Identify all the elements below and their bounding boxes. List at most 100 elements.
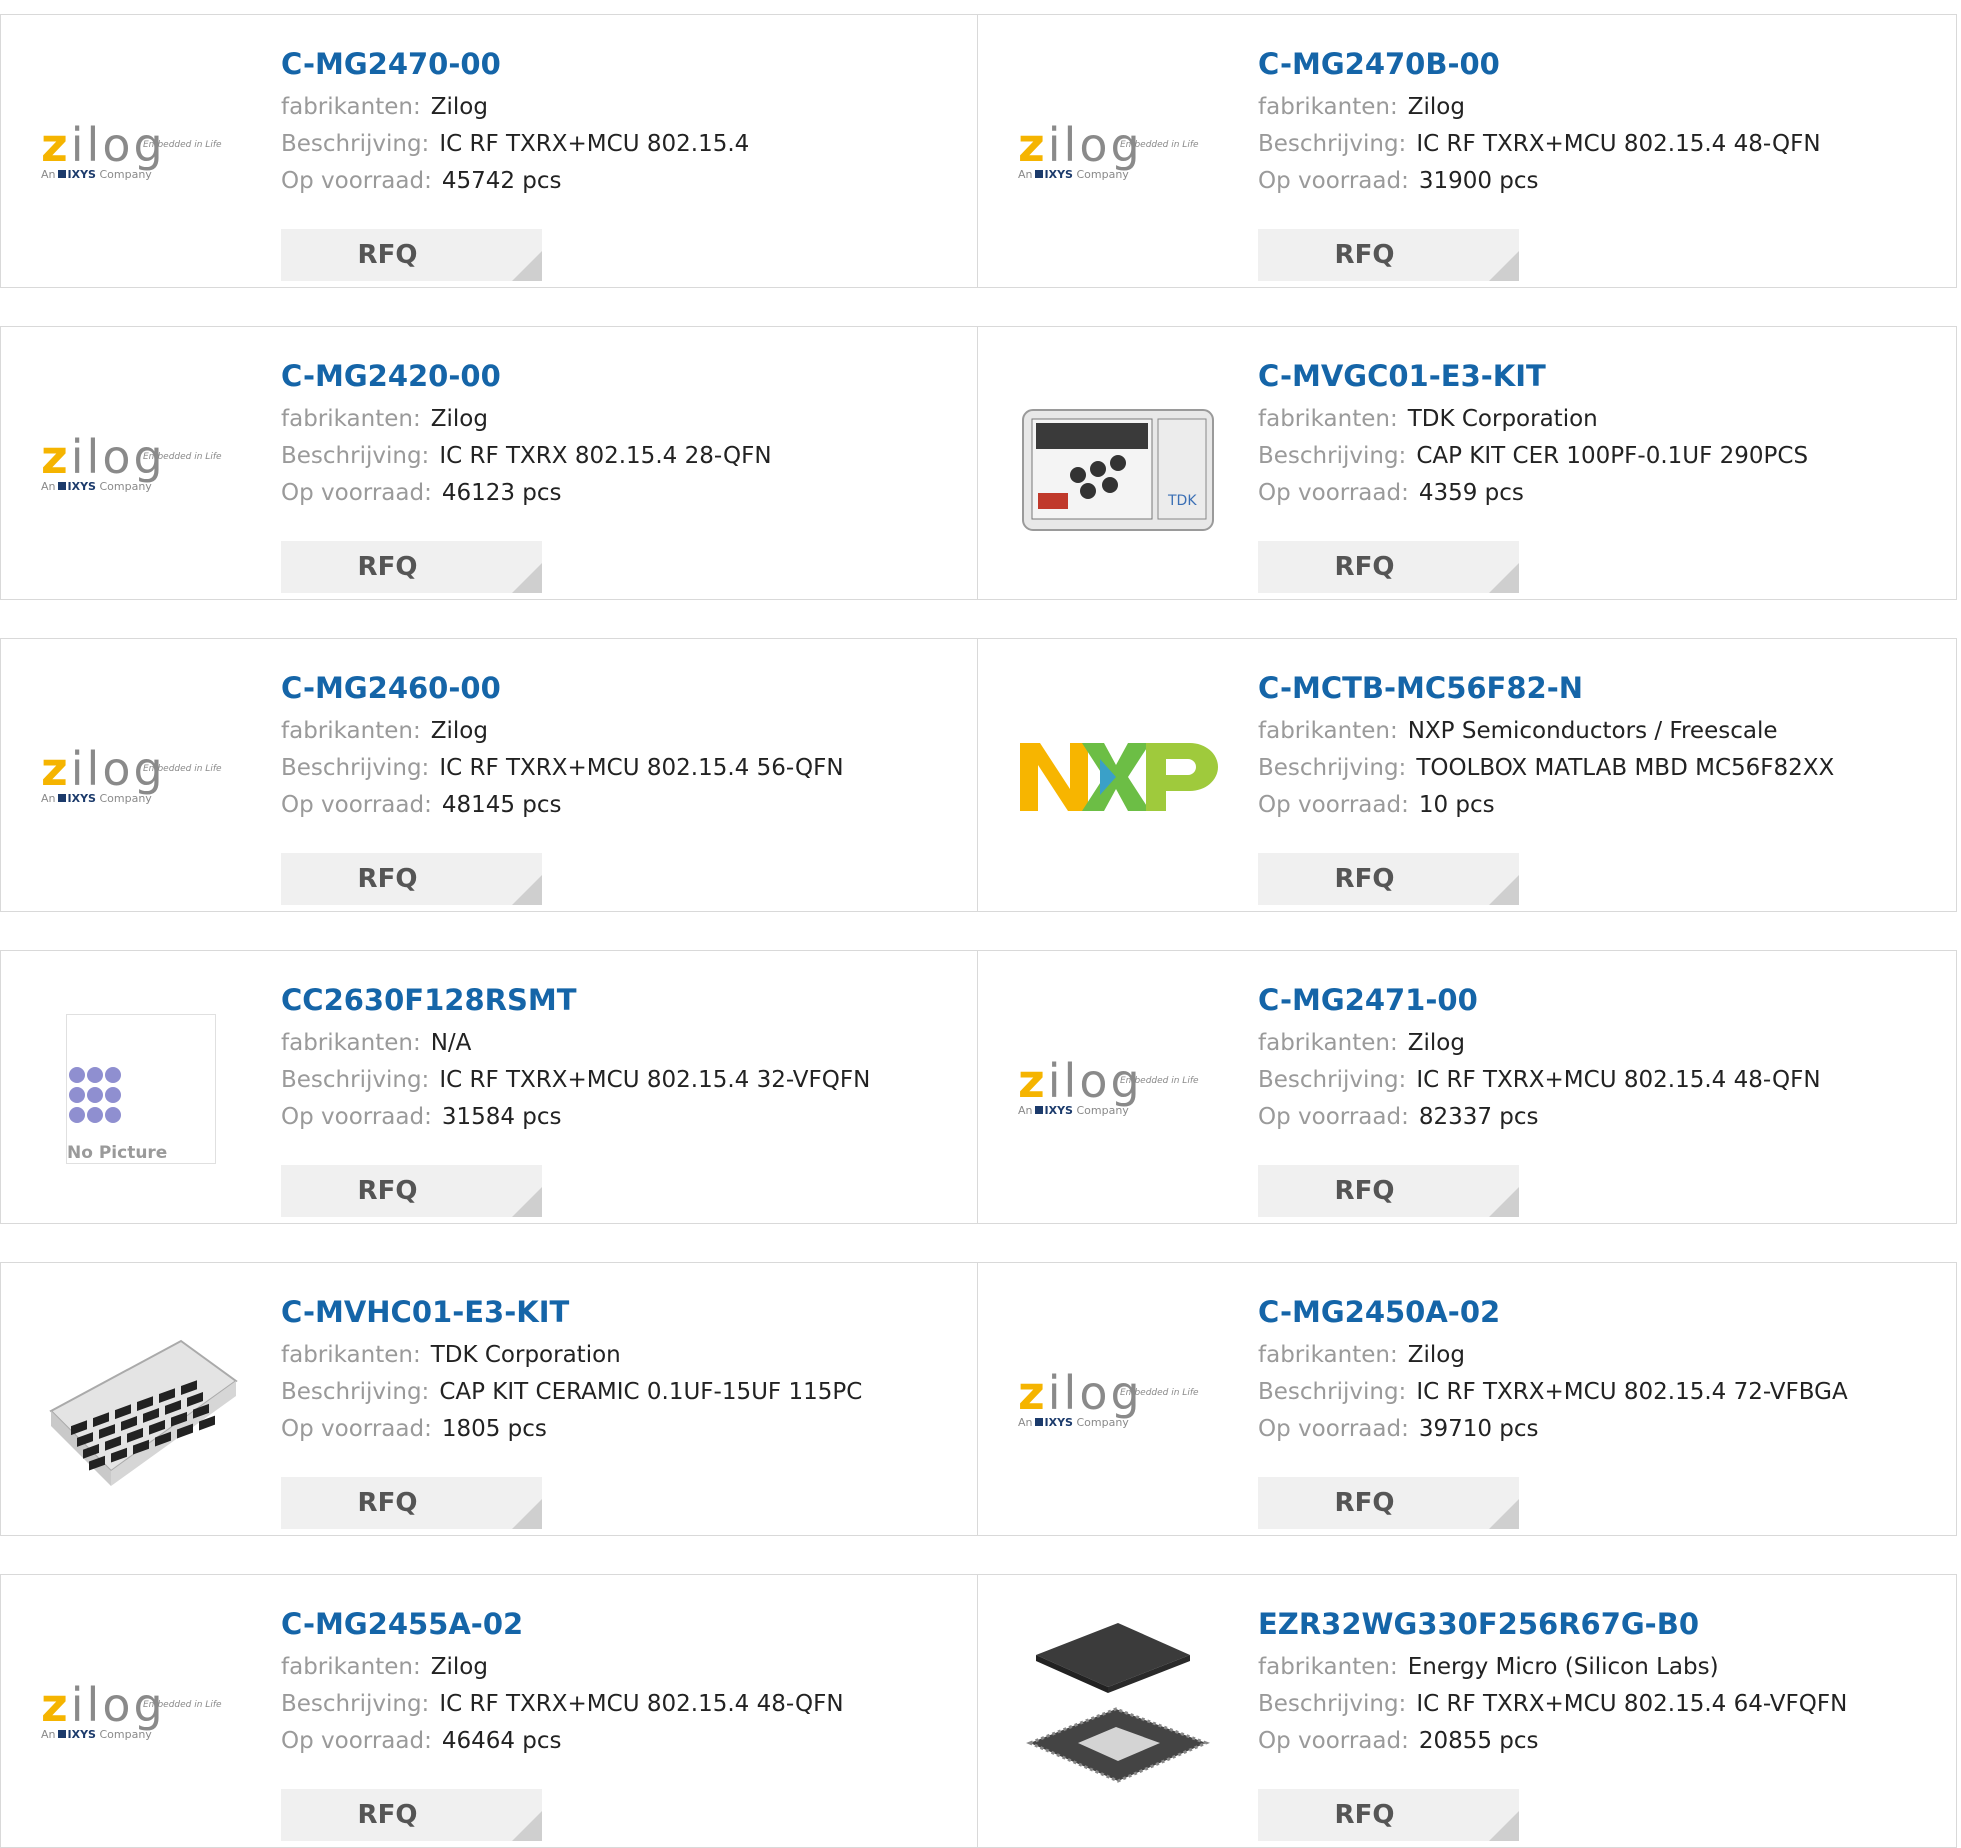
description-line: Beschrijving: IC RF TXRX+MCU 802.15.4 48-…: [1258, 1062, 1936, 1099]
manufacturer-value: Zilog: [1407, 94, 1465, 120]
part-number-link[interactable]: EZR32WG330F256R67G-B0: [1258, 1605, 1936, 1643]
description-label: Beschrijving:: [1258, 443, 1407, 469]
product-info: C-MG2455A-02 fabrikanten: Zilog Beschrijv…: [281, 1605, 957, 1760]
part-number-link[interactable]: C-MG2471-00: [1258, 981, 1936, 1019]
rfq-corner-decoration: [512, 1811, 542, 1841]
description-line: Beschrijving: IC RF TXRX+MCU 802.15.4 64-…: [1258, 1686, 1936, 1723]
rfq-corner-decoration: [1489, 1187, 1519, 1217]
rfq-button[interactable]: RFQ: [281, 1477, 542, 1529]
product-info: C-MG2471-00 fabrikanten: Zilog Beschrijvi…: [1258, 981, 1936, 1136]
stock-line: Op voorraad: 48145 pcs: [281, 787, 957, 824]
product-card: C-MVHC01-E3-KIT fabrikanten: TDK Corporat…: [0, 1262, 978, 1536]
product-info: C-MG2470B-00 fabrikanten: Zilog Beschrijv…: [1258, 45, 1936, 200]
product-card: zilog Embedded in Life An IXYS Company C-…: [0, 1574, 978, 1848]
rfq-button[interactable]: RFQ: [281, 1789, 542, 1841]
rfq-button[interactable]: RFQ: [1258, 1165, 1519, 1217]
stock-label: Op voorraad:: [1258, 480, 1409, 506]
part-number-link[interactable]: C-MCTB-MC56F82-N: [1258, 669, 1936, 707]
product-thumbnail[interactable]: No Picture: [39, 987, 243, 1191]
rfq-button-label: RFQ: [357, 1176, 418, 1206]
stock-label: Op voorraad:: [281, 1104, 432, 1130]
rfq-button-label: RFQ: [357, 1488, 418, 1518]
manufacturer-line: fabrikanten: TDK Corporation: [281, 1337, 957, 1374]
part-number-link[interactable]: C-MG2420-00: [281, 357, 957, 395]
product-thumbnail[interactable]: [1016, 1611, 1220, 1815]
product-thumbnail[interactable]: zilog Embedded in Life An IXYS Company: [39, 675, 243, 879]
manufacturer-line: fabrikanten: N/A: [281, 1025, 957, 1062]
product-thumbnail[interactable]: zilog Embedded in Life An IXYS Company: [1016, 1299, 1220, 1503]
stock-value: 1805 pcs: [441, 1416, 547, 1442]
part-number-link[interactable]: C-MVHC01-E3-KIT: [281, 1293, 957, 1331]
product-thumbnail[interactable]: zilog Embedded in Life An IXYS Company: [39, 1611, 243, 1815]
rfq-button[interactable]: RFQ: [1258, 229, 1519, 281]
product-row: No Picture CC2630F128RSMT fabrikanten: N/…: [0, 950, 1958, 1224]
product-card: No Picture CC2630F128RSMT fabrikanten: N/…: [0, 950, 978, 1224]
rfq-button[interactable]: RFQ: [281, 229, 542, 281]
description-line: Beschrijving: IC RF TXRX+MCU 802.15.4 48-…: [281, 1686, 957, 1723]
rfq-button-label: RFQ: [357, 1800, 418, 1830]
stock-line: Op voorraad: 46464 pcs: [281, 1723, 957, 1760]
rfq-button-label: RFQ: [357, 552, 418, 582]
manufacturer-value: Zilog: [430, 94, 488, 120]
description-value: IC RF TXRX+MCU 802.15.4 56-QFN: [439, 755, 844, 781]
product-card: C-MCTB-MC56F82-N fabrikanten: NXP Semicon…: [977, 638, 1957, 912]
rfq-button[interactable]: RFQ: [1258, 1477, 1519, 1529]
stock-line: Op voorraad: 39710 pcs: [1258, 1411, 1936, 1448]
product-thumbnail[interactable]: zilog Embedded in Life An IXYS Company: [39, 51, 243, 255]
product-thumbnail[interactable]: TDK: [1016, 363, 1220, 567]
product-thumbnail[interactable]: zilog Embedded in Life An IXYS Company: [1016, 51, 1220, 255]
description-line: Beschrijving: IC RF TXRX+MCU 802.15.4 32-…: [281, 1062, 957, 1099]
product-thumbnail[interactable]: zilog Embedded in Life An IXYS Company: [1016, 987, 1220, 1191]
description-value: IC RF TXRX+MCU 802.15.4 48-QFN: [1416, 131, 1821, 157]
manufacturer-line: fabrikanten: Zilog: [1258, 1337, 1936, 1374]
zilog-logo: zilog Embedded in Life An IXYS Company: [1018, 118, 1199, 181]
description-value: IC RF TXRX+MCU 802.15.4: [439, 131, 750, 157]
zilog-logo: zilog Embedded in Life An IXYS Company: [1018, 1054, 1199, 1117]
no-picture-icon: [69, 1067, 121, 1123]
rfq-button[interactable]: RFQ: [281, 541, 542, 593]
part-number-link[interactable]: C-MG2470-00: [281, 45, 957, 83]
rfq-button[interactable]: RFQ: [1258, 1789, 1519, 1841]
stock-value: 10 pcs: [1418, 792, 1495, 818]
product-card: zilog Embedded in Life An IXYS Company C-…: [0, 326, 978, 600]
stock-value: 45742 pcs: [441, 168, 562, 194]
manufacturer-line: fabrikanten: Zilog: [1258, 1025, 1936, 1062]
manufacturer-label: fabrikanten:: [1258, 1030, 1398, 1056]
stock-value: 46464 pcs: [441, 1728, 562, 1754]
product-card: zilog Embedded in Life An IXYS Company C-…: [0, 14, 978, 288]
stock-value: 20855 pcs: [1418, 1728, 1539, 1754]
nxp-logo: [1020, 743, 1218, 811]
stock-value: 82337 pcs: [1418, 1104, 1539, 1130]
rfq-corner-decoration: [1489, 1499, 1519, 1529]
rfq-button[interactable]: RFQ: [281, 1165, 542, 1217]
product-thumbnail[interactable]: zilog Embedded in Life An IXYS Company: [39, 363, 243, 567]
product-info: EZR32WG330F256R67G-B0 fabrikanten: Energy…: [1258, 1605, 1936, 1760]
part-number-link[interactable]: C-MG2460-00: [281, 669, 957, 707]
rfq-corner-decoration: [512, 563, 542, 593]
part-number-link[interactable]: C-MG2470B-00: [1258, 45, 1936, 83]
part-number-link[interactable]: C-MG2455A-02: [281, 1605, 957, 1643]
part-number-link[interactable]: CC2630F128RSMT: [281, 981, 957, 1019]
manufacturer-line: fabrikanten: Energy Micro (Silicon Labs): [1258, 1649, 1936, 1686]
zilog-logo: zilog Embedded in Life An IXYS Company: [41, 118, 222, 181]
description-label: Beschrijving:: [1258, 1067, 1407, 1093]
manufacturer-label: fabrikanten:: [281, 1654, 421, 1680]
stock-line: Op voorraad: 10 pcs: [1258, 787, 1936, 824]
product-thumbnail[interactable]: [1016, 675, 1220, 879]
zilog-logo: zilog Embedded in Life An IXYS Company: [41, 430, 222, 493]
product-info: C-MVGC01-E3-KIT fabrikanten: TDK Corporat…: [1258, 357, 1936, 512]
product-thumbnail[interactable]: [39, 1299, 243, 1503]
zilog-logo: zilog Embedded in Life An IXYS Company: [41, 1678, 222, 1741]
part-number-link[interactable]: C-MG2450A-02: [1258, 1293, 1936, 1331]
rfq-button-label: RFQ: [1334, 552, 1395, 582]
manufacturer-value: TDK Corporation: [1407, 406, 1598, 432]
manufacturer-value: Zilog: [430, 718, 488, 744]
part-number-link[interactable]: C-MVGC01-E3-KIT: [1258, 357, 1936, 395]
rfq-button[interactable]: RFQ: [281, 853, 542, 905]
description-label: Beschrijving:: [281, 1067, 430, 1093]
rfq-button[interactable]: RFQ: [1258, 541, 1519, 593]
description-label: Beschrijving:: [1258, 1691, 1407, 1717]
description-value: TOOLBOX MATLAB MBD MC56F82XX: [1416, 755, 1835, 781]
rfq-button[interactable]: RFQ: [1258, 853, 1519, 905]
qfn-chip-image: [1026, 1623, 1210, 1783]
